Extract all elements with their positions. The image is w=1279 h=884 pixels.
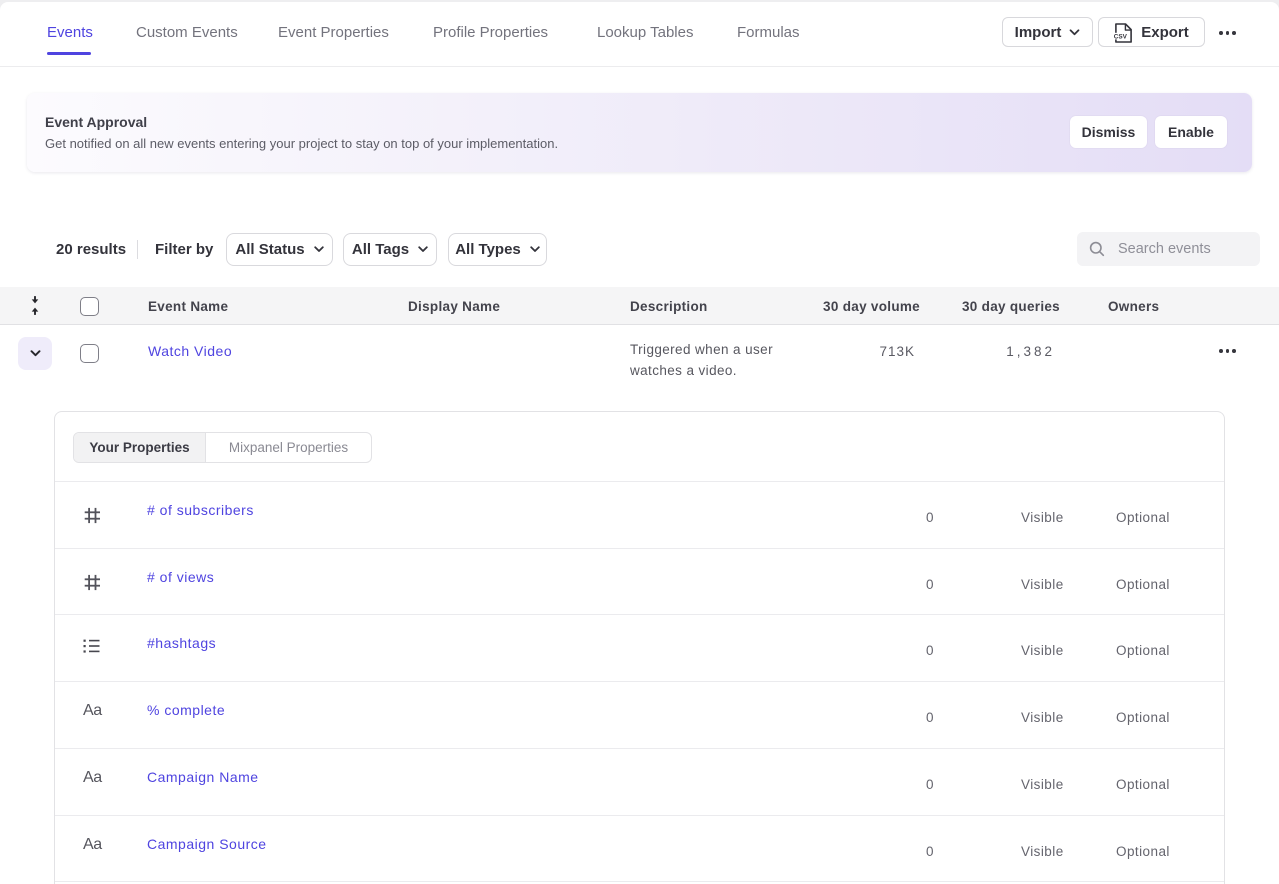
svg-text:CSV: CSV [1114, 33, 1128, 40]
